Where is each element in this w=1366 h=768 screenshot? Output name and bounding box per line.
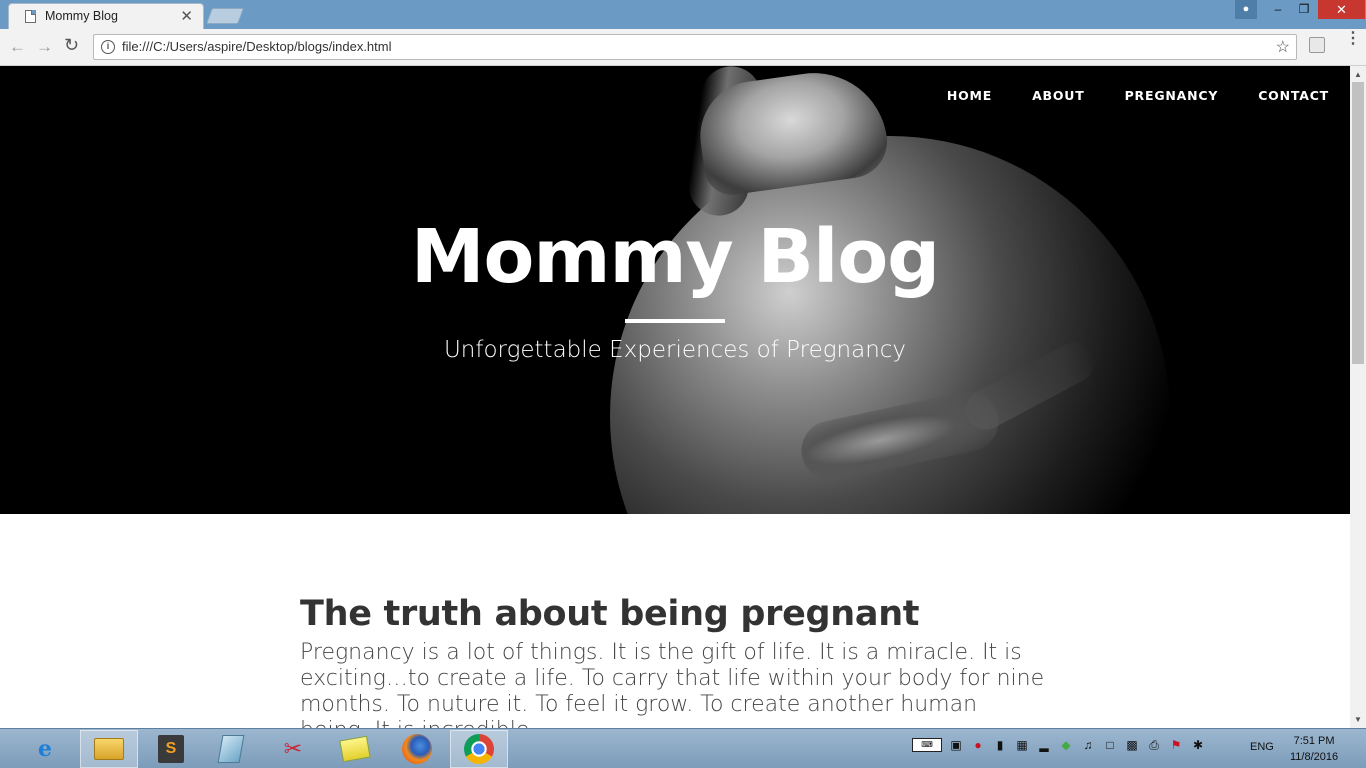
forward-arrow-icon[interactable]: → (36, 37, 53, 57)
user-profile-icon[interactable]: ● (1235, 0, 1257, 19)
close-button[interactable]: ✕ (1318, 0, 1365, 19)
minimize-button[interactable]: – (1265, 0, 1291, 19)
language-indicator[interactable]: ENG (1250, 741, 1274, 753)
system-clock[interactable]: 7:51 PM 11/8/2016 (1290, 733, 1338, 765)
blog-post: The truth about being pregnant Pregnancy… (300, 594, 1060, 728)
system-tray: ⌨ ▣ ● ▮ ▦ ▂ ◆ ♫ □ ▩ ⎙ ⚑ ✱ (912, 737, 1206, 753)
network-icon[interactable]: ▂ (1036, 737, 1052, 753)
clock-time: 7:51 PM (1293, 735, 1335, 747)
nav-contact[interactable]: CONTACT (1258, 88, 1329, 103)
browser-titlebar: Mommy Blog ✕ ● – ❐ ✕ (0, 0, 1366, 30)
nvidia-icon[interactable]: ◆ (1058, 737, 1074, 753)
back-arrow-icon[interactable]: ← (9, 37, 26, 57)
address-bar[interactable]: i file:///C:/Users/aspire/Desktop/blogs/… (93, 34, 1297, 60)
bookmark-star-icon[interactable]: ☆ (1276, 37, 1290, 57)
nav-about[interactable]: ABOUT (1032, 88, 1085, 103)
tab-title: Mommy Blog (45, 9, 118, 23)
tray-printer-icon[interactable]: ⎙ (1146, 737, 1162, 753)
tray-app-icon[interactable]: ▣ (948, 737, 964, 753)
browser-tab[interactable]: Mommy Blog ✕ (8, 3, 204, 30)
restore-button[interactable]: ❐ (1291, 0, 1317, 19)
sticky-notes-icon[interactable] (326, 730, 384, 768)
main-nav: HOME ABOUT PREGNANCY CONTACT (907, 88, 1329, 103)
tab-close-icon[interactable]: ✕ (180, 7, 193, 25)
volume-icon[interactable]: ♫ (1080, 737, 1096, 753)
nav-pregnancy[interactable]: PREGNANCY (1125, 88, 1219, 103)
new-tab-button[interactable] (206, 8, 244, 24)
tray-monitor-icon[interactable]: □ (1102, 737, 1118, 753)
page-scrollbar[interactable]: ▲ ▼ (1350, 66, 1366, 728)
post-title[interactable]: The truth about being pregnant (300, 594, 1060, 634)
tray-display-icon[interactable]: ▩ (1124, 737, 1140, 753)
page-viewport: HOME ABOUT PREGNANCY CONTACT Mommy Blog … (0, 66, 1366, 728)
nav-home[interactable]: HOME (947, 88, 992, 103)
file-explorer-icon[interactable] (80, 730, 138, 768)
battery-icon[interactable]: ▮ (992, 737, 1008, 753)
windows-taskbar: e S ✂ ⌨ ▣ ● ▮ ▦ ▂ ◆ ♫ □ ▩ ⎙ ⚑ ✱ ENG 7:51… (0, 728, 1366, 768)
hero-subtitle: Unforgettable Experiences of Pregnancy (443, 337, 907, 363)
url-text[interactable]: file:///C:/Users/aspire/Desktop/blogs/in… (122, 39, 392, 54)
chrome-icon[interactable] (450, 730, 508, 768)
info-icon[interactable]: i (101, 40, 115, 54)
page-icon (25, 10, 36, 23)
hero-title: Mommy Blog (410, 214, 940, 300)
extension-icon[interactable] (1309, 37, 1325, 53)
clock-date: 11/8/2016 (1290, 751, 1339, 763)
tray-device-icon[interactable]: ▦ (1014, 737, 1030, 753)
scroll-down-icon[interactable]: ▼ (1354, 715, 1362, 724)
post-body: Pregnancy is a lot of things. It is the … (300, 640, 1045, 728)
menu-dots-icon[interactable]: ⋮ (1345, 31, 1361, 47)
antivirus-icon[interactable]: ● (970, 737, 986, 753)
scroll-up-icon[interactable]: ▲ (1354, 70, 1362, 79)
action-center-icon[interactable]: ⚑ (1168, 737, 1184, 753)
reload-icon[interactable]: ↻ (64, 35, 79, 56)
bluetooth-icon[interactable]: ✱ (1190, 737, 1206, 753)
internet-explorer-icon[interactable]: e (16, 730, 74, 768)
keyboard-icon[interactable]: ⌨ (912, 738, 942, 752)
firefox-icon[interactable] (388, 730, 446, 768)
snipping-tool-icon[interactable]: ✂ (264, 730, 322, 768)
browser-toolbar: ← → ↻ i file:///C:/Users/aspire/Desktop/… (0, 29, 1366, 66)
hero-divider (625, 319, 725, 323)
app-icon[interactable] (202, 730, 260, 768)
scroll-thumb[interactable] (1352, 82, 1364, 364)
sublime-text-icon[interactable]: S (142, 730, 200, 768)
hero-section: HOME ABOUT PREGNANCY CONTACT Mommy Blog … (0, 66, 1350, 514)
